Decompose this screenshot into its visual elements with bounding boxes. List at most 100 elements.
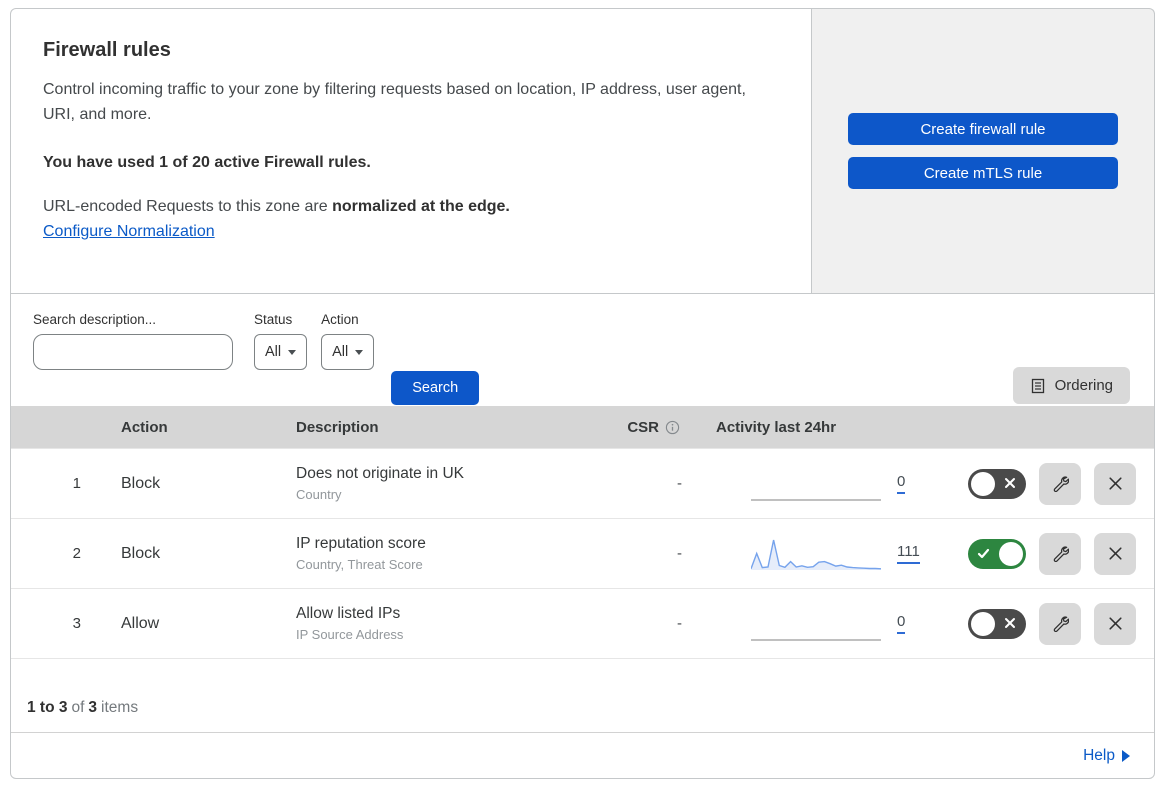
ordering-button[interactable]: Ordering [1012,367,1130,404]
normalization-note-bold: normalized at the edge. [332,197,510,215]
rule-description: Does not originate in UK [296,465,465,482]
search-button[interactable]: Search [391,371,480,405]
rule-activity-cell: 0 [706,606,921,642]
toggle-knob [971,471,995,496]
action-filter-value: All [332,344,349,360]
chevron-down-icon [288,349,297,355]
rule-enabled-toggle[interactable] [968,468,1026,499]
normalization-note-text: URL-encoded Requests to this zone are [43,197,333,215]
table-header: Action Description CSR Activity last 24h… [11,406,1154,448]
toggle-knob [999,541,1023,566]
rule-csr: - [677,615,682,632]
search-input[interactable] [52,344,233,360]
rule-activity-cell: 111 [706,536,921,572]
wrench-icon [1053,616,1069,632]
status-filter-value: All [265,344,282,360]
rule-criteria: Country [296,487,342,502]
activity-count-link[interactable]: 111 [897,543,920,564]
page-header-section: Firewall rules Control incoming traffic … [10,8,1155,293]
action-column-header: Action [121,418,168,436]
search-group: Search description... [33,312,233,370]
help-link[interactable]: Help [1083,747,1130,765]
delete-rule-button[interactable] [1094,602,1136,645]
table-row: 2 Block IP reputation score Country, Thr… [11,518,1154,588]
rule-description-cell: Allow listed IPs IP Source Address [274,605,594,642]
activity-sparkline [751,638,881,641]
activity-sparkline [751,539,881,570]
rule-controls [921,532,1154,575]
status-filter-label: Status [254,312,293,327]
info-circle-icon[interactable] [665,420,680,435]
x-icon [1108,617,1122,630]
rules-card: Search description... Status All Action [10,293,1155,779]
actions-panel: Create firewall rule Create mTLS rule [812,8,1155,293]
page-title: Firewall rules [43,39,171,61]
pagination-range: 1 to 3 [27,699,68,716]
rule-controls [921,462,1154,505]
list-document-icon [1031,378,1044,393]
pagination-items: items [101,699,139,716]
rule-criteria: Country, Threat Score [296,557,423,572]
activity-count-link[interactable]: 0 [897,473,906,494]
action-filter-group: Action All [321,312,375,370]
x-icon [1108,477,1122,490]
page-description: Control incoming traffic to your zone by… [43,81,746,123]
activity-sparkline [751,498,881,501]
wrench-icon [1053,476,1069,492]
firewall-rules-page: Firewall rules Control incoming traffic … [0,0,1161,791]
rule-action: Block [121,544,161,562]
edit-rule-button[interactable] [1039,602,1081,645]
rule-action: Allow [121,614,160,632]
rule-activity-cell: 0 [706,466,921,502]
delete-rule-button[interactable] [1094,532,1136,575]
search-label: Search description... [33,312,157,327]
status-filter-select[interactable]: All [254,334,308,370]
wrench-icon [1053,546,1069,562]
rule-priority: 3 [72,615,81,632]
rule-enabled-toggle[interactable] [968,608,1026,639]
table-row: 3 Allow Allow listed IPs IP Source Addre… [11,588,1154,658]
rule-priority: 2 [72,545,81,562]
toggle-off-x-icon [1005,477,1015,488]
rule-description-cell: Does not originate in UK Country [274,465,594,502]
help-link-label: Help [1083,746,1115,764]
rule-description-cell: IP reputation score Country, Threat Scor… [274,535,594,572]
edit-rule-button[interactable] [1039,532,1081,575]
ordering-button-label: Ordering [1054,377,1113,394]
intro-card: Firewall rules Control incoming traffic … [10,8,812,293]
status-filter-group: Status All [254,312,308,370]
table-row: 1 Block Does not originate in UK Country… [11,448,1154,518]
rule-csr: - [677,545,682,562]
configure-normalization-link[interactable]: Configure Normalization [43,223,215,241]
activity-count-link[interactable]: 0 [897,613,906,634]
csr-column-header: CSR [594,419,706,436]
rule-controls [921,602,1154,645]
usage-summary: You have used 1 of 20 active Firewall ru… [43,153,371,171]
edit-rule-button[interactable] [1039,462,1081,505]
chevron-down-icon [355,349,364,355]
filter-bar: Search description... Status All Action [11,294,1154,406]
normalization-note: URL-encoded Requests to this zone are no… [43,198,779,216]
pagination-of: of [71,699,85,716]
activity-column-header: Activity last 24hr [716,418,837,436]
pagination-total: 3 [88,699,98,716]
help-bar: Help [11,732,1154,778]
toggle-on-check-icon [977,548,990,558]
toggle-knob [971,611,995,636]
delete-rule-button[interactable] [1094,462,1136,505]
rule-criteria: IP Source Address [296,627,404,642]
create-mtls-rule-button[interactable]: Create mTLS rule [848,157,1118,189]
create-firewall-rule-button[interactable]: Create firewall rule [848,113,1118,145]
x-icon [1108,547,1122,560]
rule-enabled-toggle[interactable] [968,538,1026,569]
search-input-wrapper [33,334,233,370]
toggle-off-x-icon [1005,617,1015,628]
rule-priority: 1 [72,475,81,492]
action-filter-select[interactable]: All [321,334,375,370]
rule-action: Block [121,474,161,492]
rule-description: Allow listed IPs [296,605,401,622]
action-filter-label: Action [321,312,359,327]
triangle-right-icon [1122,750,1130,762]
description-column-header: Description [296,418,379,436]
rule-csr: - [677,475,682,492]
